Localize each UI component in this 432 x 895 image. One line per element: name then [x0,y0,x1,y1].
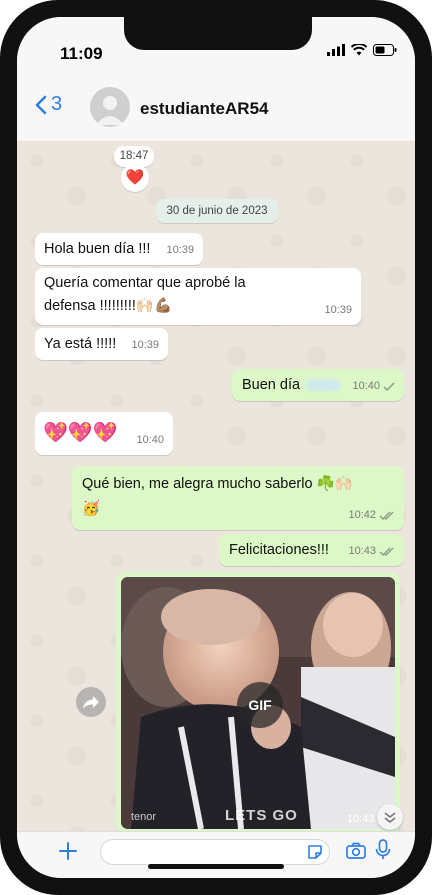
camera-button[interactable] [345,841,367,861]
double-check-icon [379,547,394,556]
single-check-icon [383,382,395,391]
date-separator-label: 30 de junio de 2023 [166,205,268,217]
message-time: 10:39 [131,339,159,351]
microphone-button[interactable] [375,838,391,862]
gif-caption: LETS GO [225,807,298,824]
camera-notch [124,17,312,50]
chat-area[interactable]: 18:47 ❤️ 30 de junio de 2023 Hola buen d… [17,141,415,834]
date-separator: 30 de junio de 2023 [156,199,278,223]
message-text-line2: 🥳 [82,501,101,517]
message-bubble-incoming[interactable]: Hola buen día !!! 10:39 [35,233,203,265]
plus-icon [59,842,77,860]
message-time: 10:42 [348,509,376,521]
message-meta: 10:40 [352,376,395,397]
message-time: 10:39 [324,304,352,316]
message-text-label: Buen día [242,377,301,393]
message-time: 10:40 [352,380,380,392]
double-check-icon [379,511,394,520]
reaction-time: 18:47 [119,150,149,162]
message-bubble-incoming[interactable]: 💖💖💖 10:40 [35,412,173,455]
gif-badge-label: GIF [248,697,272,713]
camera-icon [346,842,366,859]
wifi-icon [351,44,367,56]
battery-icon [373,44,397,56]
back-button[interactable]: 3 [35,93,62,116]
message-text: Felicitaciones!!! [229,542,329,558]
message-text: Hola buen día !!! [44,241,151,257]
message-time: 10:43 [348,545,376,557]
gif-provider: tenor [131,811,157,823]
redacted-name [306,379,341,392]
contact-name[interactable]: estudianteAR54 [140,99,268,119]
message-bubble-outgoing[interactable]: Qué bien, me alegra mucho saberlo ☘️🙌🏻 🥳… [72,466,404,530]
message-bubble-outgoing[interactable]: Buen día 10:40 [232,369,404,401]
gif-badge[interactable]: GIF [237,682,283,728]
attach-button[interactable] [57,840,79,862]
forward-icon [83,696,99,709]
message-time: 10:40 [136,434,164,446]
back-unread-count: 3 [51,93,63,115]
microphone-icon [375,839,391,859]
message-text: Ya está !!!!! [44,336,117,352]
chat-header: 3 estudianteAR54 [17,73,415,142]
signal-icon [327,44,345,56]
screen: 11:09 3 estudianteAR54 18:47 ❤️ 30 de ju… [17,17,415,878]
status-time: 11:09 [60,44,103,63]
phone-frame: 11:09 3 estudianteAR54 18:47 ❤️ 30 de ju… [0,0,432,895]
forward-button[interactable] [76,687,106,717]
avatar[interactable] [90,87,130,127]
message-text: Buen día [242,375,341,396]
message-text-line2: defensa !!!!!!!!!🙌🏻💪🏽 [44,298,172,314]
message-time: 10:39 [166,244,194,256]
status-icons [327,44,397,56]
message-text: 💖💖💖 [43,422,118,444]
chevron-left-icon [35,95,47,114]
home-indicator[interactable] [148,864,284,869]
message-text-line1: Quería comentar que aprobé la [44,275,246,291]
double-chevron-down-icon [384,812,396,824]
message-meta: 10:43 [348,541,395,562]
heart-reaction[interactable]: ❤️ [121,164,149,192]
scroll-to-bottom-button[interactable] [377,804,403,830]
gif-message[interactable]: GIF tenor LETS GO 10:43 [116,572,400,834]
message-composer [17,831,415,878]
message-bubble-outgoing[interactable]: Felicitaciones!!! 10:43 [219,534,404,566]
sticker-icon[interactable] [307,844,323,860]
message-bubble-incoming[interactable]: Ya está !!!!! 10:39 [35,328,168,360]
gif-time: 10:43 [347,813,375,825]
default-avatar-icon [96,96,124,125]
message-meta: 10:42 [348,505,395,526]
message-input[interactable] [100,839,330,865]
message-bubble-incoming[interactable]: Quería comentar que aprobé la defensa !!… [35,268,361,325]
message-text-line1: Qué bien, me alegra mucho saberlo ☘️🙌🏻 [82,476,353,492]
gif-preview[interactable]: GIF tenor LETS GO 10:43 [121,577,395,829]
